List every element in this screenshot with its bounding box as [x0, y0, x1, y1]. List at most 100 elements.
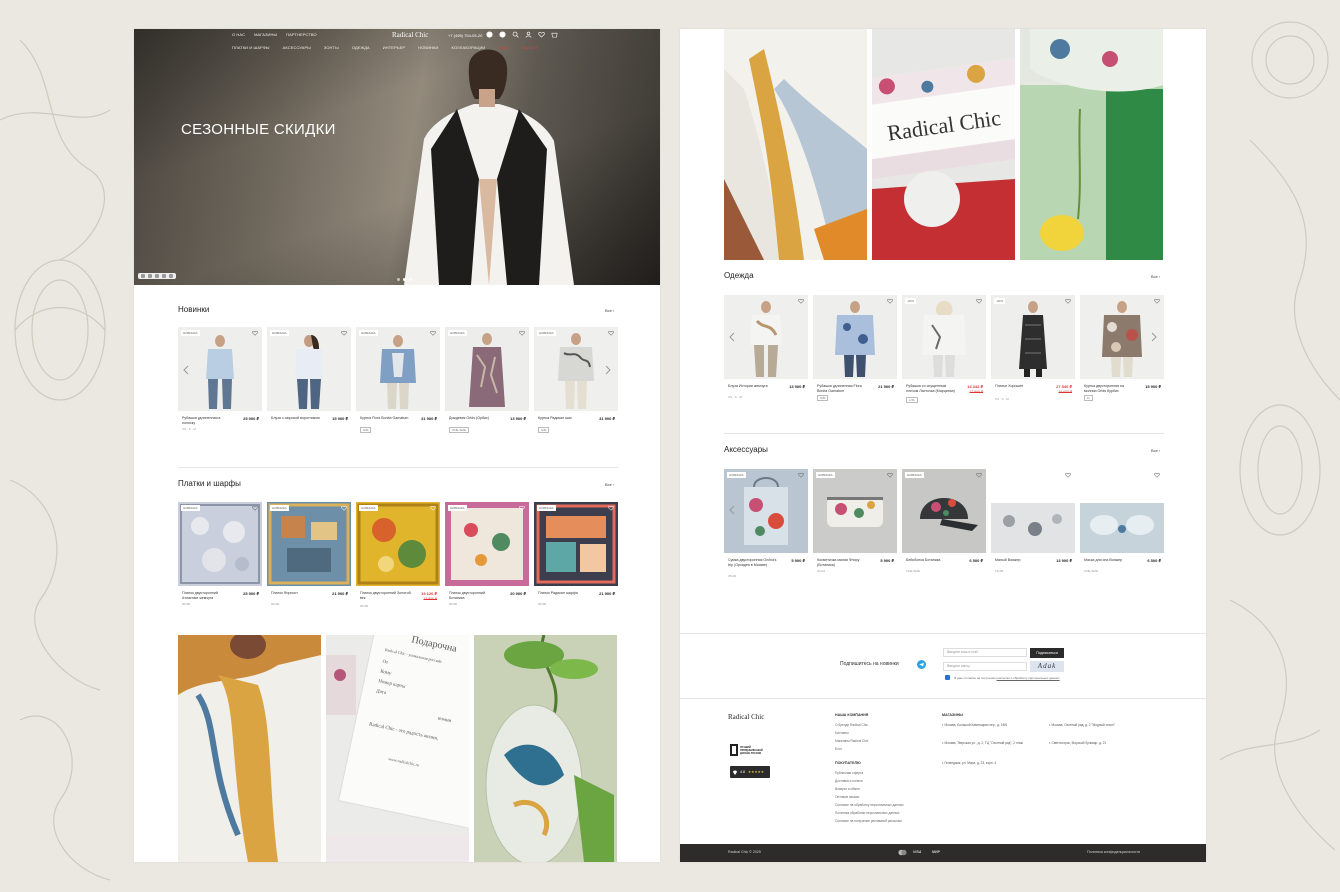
favorite-icon[interactable]: [1065, 472, 1071, 478]
nav-item-accessories[interactable]: АКСЕССУАРЫ: [283, 45, 311, 50]
nav-item-outlet[interactable]: OUTLET: [522, 45, 538, 50]
consent-checkbox[interactable]: [945, 675, 950, 680]
product-name[interactable]: Платок двусторонний Атласные жемчуга: [182, 591, 234, 600]
favorite-icon[interactable]: [430, 505, 436, 511]
product-image[interactable]: [724, 295, 808, 379]
footer-store[interactable]: г. Светлогорск, Морской бульвар, д. 21: [1049, 741, 1149, 746]
carousel-next-icon[interactable]: [1150, 332, 1158, 342]
product-card[interactable]: НОВИНКА Сумка двусторонняя Orchid's trip…: [724, 469, 808, 578]
product-card[interactable]: НОВИНКА Куртка Flora Bonita Garnatum 31 …: [356, 327, 440, 433]
product-name[interactable]: Куртка Flora Bonita Garnatum: [360, 416, 412, 421]
product-image[interactable]: НОВИНКА: [356, 502, 440, 586]
product-name[interactable]: Сумка двусторонняя Orchid's trip (Орхиде…: [728, 558, 780, 567]
product-name[interactable]: Рубашка удлиненная Flora Bonita Garnatum: [817, 384, 869, 393]
vk-icon[interactable]: [486, 31, 493, 38]
product-image[interactable]: [813, 295, 897, 379]
favorite-icon[interactable]: [976, 298, 982, 304]
product-card[interactable]: НОВИНКА Платок Форпост 21 900 ₽ 90х90: [267, 502, 351, 606]
photo-tile-shirt-scarf[interactable]: [724, 29, 867, 260]
footer-link[interactable]: Блог: [835, 747, 842, 751]
footer-link[interactable]: Согласие на обработку персональных данны…: [835, 803, 904, 807]
product-image[interactable]: НОВИНКА: [445, 502, 529, 586]
product-card[interactable]: НОВИНКА Блуза с широкой воротником 15 90…: [267, 327, 351, 421]
hero-carousel-dots[interactable]: [397, 278, 412, 281]
favorite-icon[interactable]: [341, 330, 347, 336]
footer-link[interactable]: Оптовые заказы: [835, 795, 859, 799]
carousel-next-icon[interactable]: [604, 365, 612, 375]
footer-privacy-link[interactable]: Политика конфиденциальности: [1087, 850, 1140, 854]
product-card[interactable]: Блуза Истории жемчуга 13 900 ₽ XS · S · …: [724, 295, 808, 399]
photo-tile-gift-card[interactable]: Подарочна Radical Chic - уникальная росс…: [326, 635, 469, 862]
product-card[interactable]: НОВИНКА Рубашка удлиненная в полоску 25 …: [178, 327, 262, 431]
nav-item-umbrellas[interactable]: ЗОНТЫ: [324, 45, 339, 50]
product-name[interactable]: Маска для сна Вояжер: [1084, 558, 1136, 563]
footer-store[interactable]: г. Геленджик, ул. Мира, д. 23, корп. 4: [942, 761, 1042, 766]
product-size-tag[interactable]: S/M: [538, 427, 550, 433]
favorite-icon[interactable]: [798, 472, 804, 478]
footer-link[interactable]: Согласие на получение рекламной рассылки: [835, 819, 902, 823]
product-image[interactable]: [991, 469, 1075, 553]
product-name[interactable]: Куртка Радикал шик: [538, 416, 590, 421]
favorite-icon[interactable]: [1154, 472, 1160, 478]
footer-link[interactable]: Политика обработки персональных данных: [835, 811, 900, 815]
product-image[interactable]: [1080, 469, 1164, 553]
favorite-icon[interactable]: [430, 330, 436, 336]
product-image[interactable]: НОВИНКА: [267, 327, 351, 411]
photo-tile-scarf-model[interactable]: [178, 635, 321, 862]
product-image[interactable]: НОВИНКА: [178, 327, 262, 411]
product-name[interactable]: Платок Радикал шарфа: [538, 591, 590, 596]
heart-icon[interactable]: [538, 31, 545, 38]
product-name[interactable]: Косметичка малая Флору (Ботаника): [817, 558, 869, 567]
newsletter-subscribe-button[interactable]: Подписаться: [1030, 648, 1064, 658]
favorite-icon[interactable]: [798, 298, 804, 304]
carousel-prev-icon[interactable]: [182, 365, 190, 375]
product-card[interactable]: НОВИНКА Платок Радикал шарфа 21 900 ₽ 90…: [534, 502, 618, 606]
favorite-icon[interactable]: [252, 505, 258, 511]
footer-logo[interactable]: Radical Chic: [728, 713, 764, 721]
product-image[interactable]: НОВИНКА: [813, 469, 897, 553]
product-card[interactable]: Рубашка удлиненная Flora Bonita Garnatum…: [813, 295, 897, 401]
hero-banner[interactable]: О НАС МАГАЗИНЫ ПАРТНЕРСТВО Radical Chic …: [134, 29, 660, 285]
product-image[interactable]: НОВИНКА: [267, 502, 351, 586]
section-all-link-scarves[interactable]: Все ›: [605, 482, 614, 487]
section-all-link-clothing[interactable]: Все ›: [1151, 274, 1160, 279]
top-link-partnership[interactable]: ПАРТНЕРСТВО: [286, 32, 317, 37]
cart-icon[interactable]: [551, 31, 558, 38]
product-name[interactable]: Дождевик Orbis (Орбис): [449, 416, 501, 421]
product-size-tag[interactable]: ONE SIZE: [449, 427, 470, 433]
footer-store[interactable]: г. Москва, Большой Каменщики пер., д. 18…: [942, 723, 1042, 728]
favorite-icon[interactable]: [887, 472, 893, 478]
footer-link[interactable]: Контакты: [835, 731, 849, 735]
product-card[interactable]: НОВИНКА Платок двусторонний Атласные жем…: [178, 502, 262, 606]
product-name[interactable]: Рубашка со спущенным плечом Ласточка (Ма…: [906, 384, 958, 393]
favorite-icon[interactable]: [1154, 298, 1160, 304]
carousel-prev-icon[interactable]: [728, 505, 736, 515]
footer-store[interactable]: г. Москва, Тверская ул., д. 2, ТЦ "Охотн…: [942, 741, 1042, 746]
product-image[interactable]: НОВИНКА: [356, 327, 440, 411]
section-all-link-accessories[interactable]: Все ›: [1151, 448, 1160, 453]
photo-tile-sleep-mask[interactable]: [474, 635, 617, 862]
rating-widget[interactable]: 4.8 ★★★★★: [730, 766, 770, 778]
product-name[interactable]: Куртка двусторонняя на молнии Orbis Курб…: [1084, 384, 1136, 393]
search-icon[interactable]: [512, 31, 519, 38]
product-image[interactable]: НОВИНКА: [724, 469, 808, 553]
product-size-tag[interactable]: S/M: [817, 395, 829, 401]
nav-item-sale[interactable]: SALE: [498, 45, 509, 50]
consent-link[interactable]: рассылки и обработку персональных данных: [997, 676, 1060, 680]
product-image[interactable]: -20%: [902, 295, 986, 379]
footer-link[interactable]: Доставка и оплата: [835, 779, 863, 783]
product-image[interactable]: НОВИНКА: [902, 469, 986, 553]
newsletter-email-input[interactable]: Введите ваш e-mail: [943, 648, 1027, 657]
footer-link[interactable]: Магазины Radical Chic: [835, 739, 868, 743]
nav-item-collabs[interactable]: КОЛЛАБОРАЦИИ: [451, 45, 485, 50]
favorite-icon[interactable]: [341, 505, 347, 511]
photo-tile-brand-card[interactable]: Radical Chic: [872, 29, 1015, 260]
nav-item-clothing[interactable]: ОДЕЖДА: [352, 45, 370, 50]
product-size-tag[interactable]: L/XL: [906, 397, 919, 403]
product-image[interactable]: НОВИНКА: [534, 502, 618, 586]
section-all-link-new[interactable]: Все ›: [605, 308, 614, 313]
nav-item-scarves[interactable]: ПЛАТКИ И ШАРФЫ: [232, 45, 270, 50]
newsletter-captcha-input[interactable]: Введите капчу: [943, 662, 1027, 671]
product-name[interactable]: Платок двусторонний Ботаника: [449, 591, 501, 600]
favorite-icon[interactable]: [252, 330, 258, 336]
